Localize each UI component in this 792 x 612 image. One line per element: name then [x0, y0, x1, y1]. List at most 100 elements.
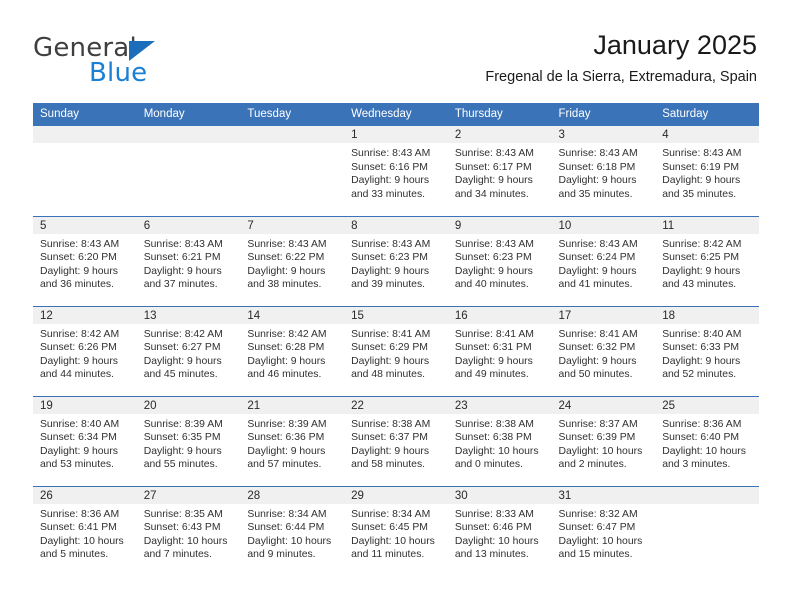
day-cell[interactable]: 20 Sunrise: 8:39 AM Sunset: 6:35 PM Dayl…	[136, 395, 241, 486]
day-cell[interactable]: 27 Sunrise: 8:35 AM Sunset: 6:43 PM Dayl…	[136, 485, 241, 576]
day-number: 3	[551, 126, 656, 143]
week-row: 1 Sunrise: 8:43 AM Sunset: 6:16 PM Dayli…	[33, 126, 759, 216]
sunrise-text: Sunrise: 8:37 AM	[558, 418, 638, 430]
sunset-text: Sunset: 6:26 PM	[40, 342, 117, 354]
day-cell[interactable]	[136, 126, 241, 216]
day-number: 16	[447, 306, 552, 324]
daylight-text-line1: Daylight: 9 hours	[662, 175, 741, 187]
sunset-text: Sunset: 6:20 PM	[40, 252, 117, 264]
sunrise-sunset-calendar: Sunday Monday Tuesday Wednesday Thursday…	[33, 103, 759, 576]
day-number: 29	[344, 486, 448, 504]
sunset-text: Sunset: 6:37 PM	[351, 432, 428, 444]
day-cell[interactable]: 5 Sunrise: 8:43 AM Sunset: 6:20 PM Dayli…	[33, 215, 137, 306]
sunset-text: Sunset: 6:21 PM	[143, 252, 221, 264]
day-cell[interactable]: 8 Sunrise: 8:43 AM Sunset: 6:23 PM Dayli…	[344, 215, 448, 306]
sunrise-text: Sunrise: 8:39 AM	[143, 418, 223, 430]
week-row: 5 Sunrise: 8:43 AM Sunset: 6:20 PM Dayli…	[33, 215, 759, 306]
day-number: 26	[33, 486, 137, 504]
calendar-page: General Blue January 2025 Fregenal de la…	[0, 0, 792, 612]
sunset-text: Sunset: 6:17 PM	[454, 161, 532, 173]
day-cell[interactable]: 13 Sunrise: 8:42 AM Sunset: 6:27 PM Dayl…	[136, 305, 241, 396]
day-cell[interactable]: 14 Sunrise: 8:42 AM Sunset: 6:28 PM Dayl…	[240, 305, 345, 396]
daylight-text-line2: and 38 minutes.	[247, 279, 322, 291]
day-cell[interactable]: 19 Sunrise: 8:40 AM Sunset: 6:34 PM Dayl…	[33, 395, 137, 486]
day-cell[interactable]: 11 Sunrise: 8:42 AM Sunset: 6:25 PM Dayl…	[655, 215, 759, 306]
day-cell[interactable]	[655, 485, 759, 576]
day-details: Sunrise: 8:41 AM Sunset: 6:32 PM Dayligh…	[552, 324, 656, 382]
sunrise-text: Sunrise: 8:43 AM	[454, 238, 534, 250]
day-number	[240, 126, 345, 143]
day-cell[interactable]	[240, 126, 345, 216]
daylight-text-line1: Daylight: 10 hours	[558, 445, 643, 457]
day-cell[interactable]: 10 Sunrise: 8:43 AM Sunset: 6:24 PM Dayl…	[551, 215, 656, 306]
day-cell[interactable]: 6 Sunrise: 8:43 AM Sunset: 6:21 PM Dayli…	[136, 215, 241, 306]
day-cell[interactable]: 26 Sunrise: 8:36 AM Sunset: 6:41 PM Dayl…	[33, 485, 137, 576]
sunrise-text: Sunrise: 8:36 AM	[40, 508, 120, 520]
daylight-text-line2: and 58 minutes.	[351, 459, 426, 471]
weekday-header-row: Sunday Monday Tuesday Wednesday Thursday…	[33, 103, 759, 126]
day-cell[interactable]: 15 Sunrise: 8:41 AM Sunset: 6:29 PM Dayl…	[344, 305, 448, 396]
day-cell[interactable]: 25 Sunrise: 8:36 AM Sunset: 6:40 PM Dayl…	[655, 395, 759, 486]
day-cell[interactable]: 31 Sunrise: 8:32 AM Sunset: 6:47 PM Dayl…	[551, 485, 656, 576]
day-details: Sunrise: 8:40 AM Sunset: 6:34 PM Dayligh…	[33, 414, 137, 472]
weekday-header-sunday: Sunday	[33, 103, 137, 126]
day-details: Sunrise: 8:41 AM Sunset: 6:29 PM Dayligh…	[344, 324, 448, 382]
sunset-text: Sunset: 6:23 PM	[351, 252, 428, 264]
day-details: Sunrise: 8:39 AM Sunset: 6:35 PM Dayligh…	[137, 414, 241, 472]
week-row: 26 Sunrise: 8:36 AM Sunset: 6:41 PM Dayl…	[33, 485, 759, 576]
sunset-text: Sunset: 6:35 PM	[143, 432, 221, 444]
day-number: 19	[33, 396, 137, 414]
day-details: Sunrise: 8:32 AM Sunset: 6:47 PM Dayligh…	[552, 504, 656, 562]
day-cell[interactable]: 4 Sunrise: 8:43 AM Sunset: 6:19 PM Dayli…	[655, 126, 759, 216]
day-cell[interactable]: 21 Sunrise: 8:39 AM Sunset: 6:36 PM Dayl…	[240, 395, 345, 486]
daylight-text-line2: and 35 minutes.	[662, 188, 737, 200]
daylight-text-line1: Daylight: 9 hours	[662, 265, 741, 277]
sunrise-text: Sunrise: 8:32 AM	[558, 508, 638, 520]
day-cell[interactable]: 17 Sunrise: 8:41 AM Sunset: 6:32 PM Dayl…	[551, 305, 656, 396]
sunrise-text: Sunrise: 8:43 AM	[662, 148, 742, 159]
daylight-text-line1: Daylight: 9 hours	[247, 355, 326, 367]
daylight-text-line1: Daylight: 10 hours	[558, 535, 643, 547]
day-details: Sunrise: 8:43 AM Sunset: 6:23 PM Dayligh…	[448, 234, 552, 292]
day-cell[interactable]: 23 Sunrise: 8:38 AM Sunset: 6:38 PM Dayl…	[447, 395, 552, 486]
sunrise-text: Sunrise: 8:41 AM	[558, 328, 638, 340]
day-cell[interactable]: 30 Sunrise: 8:33 AM Sunset: 6:46 PM Dayl…	[447, 485, 552, 576]
day-cell[interactable]	[33, 126, 137, 216]
day-cell[interactable]: 12 Sunrise: 8:42 AM Sunset: 6:26 PM Dayl…	[33, 305, 137, 396]
daylight-text-line2: and 50 minutes.	[558, 369, 633, 381]
sunset-text: Sunset: 6:46 PM	[454, 522, 532, 534]
day-cell[interactable]: 1 Sunrise: 8:43 AM Sunset: 6:16 PM Dayli…	[344, 126, 448, 216]
title-block: January 2025 Fregenal de la Sierra, Extr…	[485, 28, 757, 86]
day-cell[interactable]: 2 Sunrise: 8:43 AM Sunset: 6:17 PM Dayli…	[447, 126, 552, 216]
sunrise-text: Sunrise: 8:43 AM	[143, 238, 223, 250]
day-number: 2	[447, 126, 552, 143]
day-details: Sunrise: 8:43 AM Sunset: 6:16 PM Dayligh…	[344, 143, 448, 201]
sunrise-text: Sunrise: 8:43 AM	[351, 148, 431, 159]
day-details: Sunrise: 8:35 AM Sunset: 6:43 PM Dayligh…	[137, 504, 241, 562]
day-cell[interactable]: 18 Sunrise: 8:40 AM Sunset: 6:33 PM Dayl…	[655, 305, 759, 396]
daylight-text-line2: and 15 minutes.	[558, 549, 633, 561]
day-cell[interactable]: 16 Sunrise: 8:41 AM Sunset: 6:31 PM Dayl…	[447, 305, 552, 396]
day-number: 28	[240, 486, 345, 504]
day-cell[interactable]: 28 Sunrise: 8:34 AM Sunset: 6:44 PM Dayl…	[240, 485, 345, 576]
day-number: 18	[655, 306, 759, 324]
day-cell[interactable]: 9 Sunrise: 8:43 AM Sunset: 6:23 PM Dayli…	[447, 215, 552, 306]
weekday-header-wednesday: Wednesday	[344, 103, 448, 126]
daylight-text-line1: Daylight: 9 hours	[351, 265, 430, 277]
sunset-text: Sunset: 6:47 PM	[558, 522, 636, 534]
sunset-text: Sunset: 6:27 PM	[143, 342, 221, 354]
day-cell[interactable]: 7 Sunrise: 8:43 AM Sunset: 6:22 PM Dayli…	[240, 215, 345, 306]
day-number: 5	[33, 216, 137, 234]
general-blue-logo[interactable]: General Blue	[33, 33, 233, 89]
daylight-text-line2: and 33 minutes.	[351, 188, 426, 200]
logo-text-blue: Blue	[89, 58, 148, 88]
daylight-text-line1: Daylight: 9 hours	[558, 175, 637, 187]
daylight-text-line2: and 36 minutes.	[40, 279, 114, 291]
sunset-text: Sunset: 6:23 PM	[454, 252, 532, 264]
day-cell[interactable]: 24 Sunrise: 8:37 AM Sunset: 6:39 PM Dayl…	[551, 395, 656, 486]
day-cell[interactable]: 22 Sunrise: 8:38 AM Sunset: 6:37 PM Dayl…	[344, 395, 448, 486]
day-cell[interactable]: 29 Sunrise: 8:34 AM Sunset: 6:45 PM Dayl…	[344, 485, 448, 576]
day-cell[interactable]: 3 Sunrise: 8:43 AM Sunset: 6:18 PM Dayli…	[551, 126, 656, 216]
day-number: 6	[136, 216, 241, 234]
daylight-text-line2: and 44 minutes.	[40, 369, 114, 381]
